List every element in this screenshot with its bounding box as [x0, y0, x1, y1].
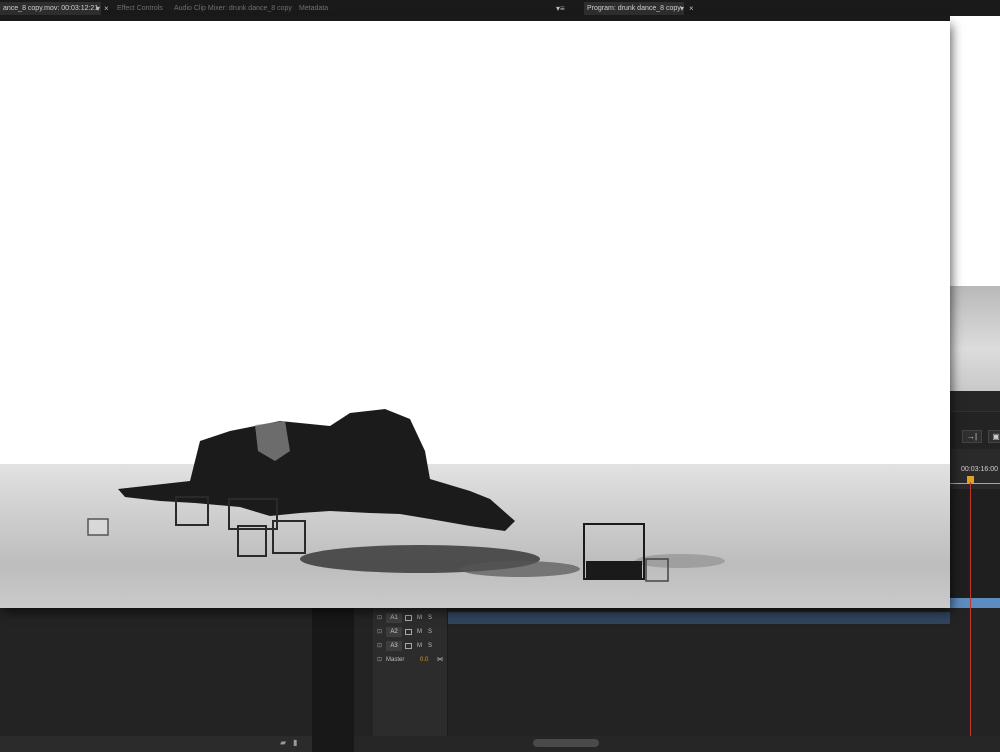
mute-button[interactable]: M [417, 612, 422, 625]
spill [460, 561, 580, 577]
work-area-bar[interactable] [950, 483, 1000, 484]
trash-icon[interactable]: ▮ [293, 738, 297, 747]
dancer [118, 409, 515, 531]
solo-button[interactable]: S [428, 640, 432, 653]
program-transport-bar: →| ▣ [950, 411, 1000, 450]
export-frame-icon: ▣ [992, 432, 1000, 441]
tab-program-menu-icon[interactable]: ▾ [680, 2, 684, 15]
panel-divider [312, 608, 354, 752]
insert-button[interactable]: →| [962, 430, 982, 443]
timeline-scroll-thumb[interactable] [533, 739, 599, 747]
panel-tab-bar: ance_8 copy.mov: 00:03:12:21 ▾ × Effect … [0, 0, 1000, 16]
playhead-line[interactable] [970, 482, 971, 736]
glass-liquid [586, 561, 642, 578]
tab-source-close-icon[interactable]: × [104, 2, 109, 15]
waveform-icon[interactable] [405, 629, 412, 635]
panel-menu-icon[interactable]: ▾≡ [556, 2, 565, 15]
audio-clip-a1[interactable] [447, 612, 950, 624]
tab-program-monitor[interactable]: Program: drunk dance_8 copy [584, 2, 684, 15]
tab-source-menu-icon[interactable]: ▾ [96, 2, 100, 15]
timeline-timecode[interactable]: 00:03:16:00 [961, 466, 998, 473]
solo-button[interactable]: S [428, 626, 432, 639]
tab-audio-clip-mixer[interactable]: Audio Clip Mixer: drunk dance_8 copy [174, 2, 292, 15]
mute-button[interactable]: M [417, 626, 422, 639]
lock-icon[interactable]: ⊡ [377, 612, 382, 625]
waveform-icon[interactable] [405, 643, 412, 649]
timeline-panel [354, 608, 1000, 752]
track-row-a2: ⊡ A2 M S [373, 626, 447, 639]
track-target-a2[interactable]: A2 [386, 627, 402, 637]
track-target-a3[interactable]: A3 [386, 641, 402, 651]
track-target-a1[interactable]: A1 [386, 613, 402, 623]
track-row-master: ⊡ Master 0.0 ⋈ [373, 654, 447, 667]
new-bin-icon[interactable]: ▰ [280, 738, 286, 747]
tab-effect-controls[interactable]: Effect Controls [117, 2, 163, 15]
program-monitor-floor [950, 286, 1000, 391]
timeline-scrollbar[interactable] [354, 736, 1000, 752]
master-link-icon[interactable]: ⋈ [437, 654, 443, 667]
glass [237, 525, 267, 557]
lock-icon[interactable]: ⊡ [377, 640, 382, 653]
solo-button[interactable]: S [428, 612, 432, 625]
video-preview-frame [0, 21, 950, 608]
tab-metadata[interactable]: Metadata [299, 2, 328, 15]
track-row-a3: ⊡ A3 M S [373, 640, 447, 653]
spill [635, 554, 725, 568]
tab-source-monitor[interactable]: ance_8 copy.mov: 00:03:12:21 [0, 2, 102, 15]
export-frame-button[interactable]: ▣ [988, 430, 1000, 443]
master-volume-value[interactable]: 0.0 [420, 654, 428, 667]
audio-track-headers: ⊡ A1 M S ⊡ A2 M S ⊡ A3 M S ⊡ Master 0.0 … [373, 608, 448, 736]
timeline-track-area[interactable] [950, 489, 1000, 599]
master-track-label: Master [386, 657, 405, 663]
project-panel-footer: ▰ ▮ [0, 736, 312, 752]
glass [87, 518, 109, 536]
tab-program-close-icon[interactable]: × [689, 2, 694, 15]
project-panel [0, 608, 312, 752]
lock-icon[interactable]: ⊡ [377, 654, 382, 667]
track-row-a1: ⊡ A1 M S [373, 612, 447, 625]
insert-icon: →| [966, 432, 978, 441]
video-scene [87, 409, 725, 582]
waveform-icon[interactable] [405, 615, 412, 621]
mute-button[interactable]: M [417, 640, 422, 653]
program-monitor-bottom [950, 391, 1000, 411]
program-monitor-frame [950, 16, 1000, 286]
lock-icon[interactable]: ⊡ [377, 626, 382, 639]
